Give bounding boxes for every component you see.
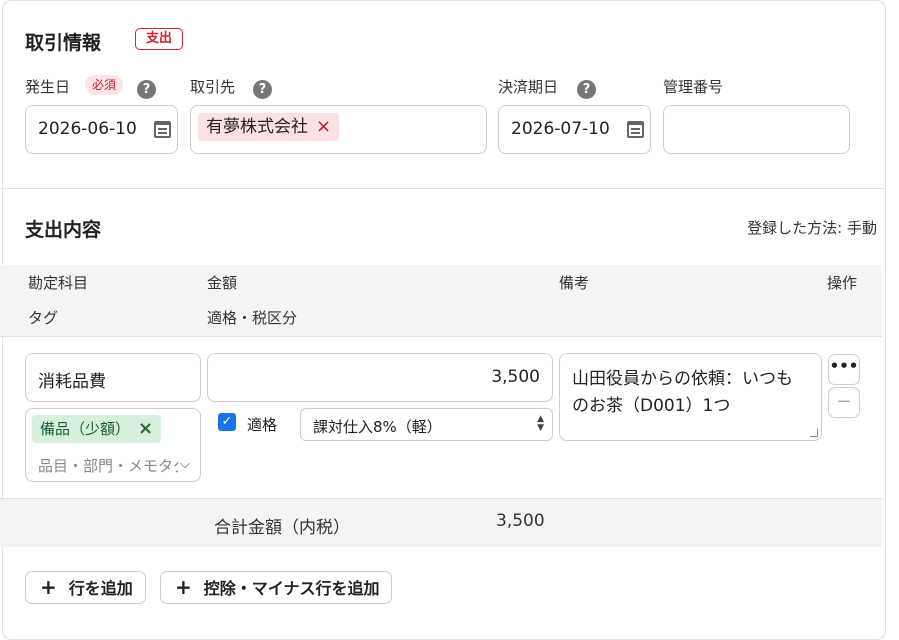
amount-value: 3,500	[491, 367, 540, 387]
amount-input[interactable]: 3,500	[207, 353, 553, 402]
due-date-label: 決済期日	[498, 78, 559, 96]
management-no-label: 管理番号	[663, 78, 724, 96]
calendar-icon[interactable]	[154, 121, 171, 138]
resize-handle-icon[interactable]	[810, 429, 818, 437]
due-date-input[interactable]: 2026-07-10	[498, 105, 651, 154]
tag-chip-label: 備品（少額）	[40, 420, 131, 438]
plus-icon: +	[175, 575, 192, 599]
tax-category-select[interactable]: 課対仕入8%（軽） ▲ ▼	[300, 408, 553, 441]
partner-chip-label: 有夢株式会社	[206, 117, 308, 137]
add-row-button[interactable]: + 行を追加	[25, 571, 146, 604]
total-label: 合計金額（内税）	[214, 518, 350, 538]
partner-chip: 有夢株式会社 ×	[198, 113, 340, 141]
expense-section-title: 支出内容	[25, 219, 102, 241]
occurred-date-input[interactable]: 2026-06-10	[25, 105, 178, 154]
due-date-help-icon[interactable]: ?	[577, 80, 596, 99]
occurred-date-label: 発生日	[25, 78, 71, 96]
col-amount-header: 金額	[207, 274, 238, 292]
col-qualified-tax-header: 適格・税区分	[207, 309, 298, 327]
partner-input[interactable]: 有夢株式会社 ×	[190, 105, 487, 154]
required-badge: 必須	[85, 75, 124, 95]
add-deduction-row-button[interactable]: + 控除・マイナス行を追加	[160, 571, 393, 604]
select-updown-icon: ▲ ▼	[537, 414, 544, 433]
qualified-checkbox[interactable]: ✓	[218, 413, 236, 431]
table-header	[0, 265, 882, 337]
add-row-label: 行を追加	[68, 579, 133, 598]
account-value: 消耗品費	[38, 372, 106, 392]
transaction-section-title: 取引情報	[25, 32, 102, 54]
section-divider	[0, 188, 884, 189]
row-remove-button[interactable]: −	[828, 387, 860, 418]
col-actions-header: 操作	[827, 274, 858, 292]
plus-icon: +	[40, 575, 57, 599]
col-account-header: 勘定科目	[28, 274, 89, 292]
total-value: 3,500	[496, 511, 545, 531]
col-memo-header: 備考	[559, 274, 590, 292]
partner-label: 取引先	[190, 78, 236, 96]
calendar-icon[interactable]	[627, 121, 644, 138]
expense-type-badge: 支出	[135, 28, 184, 50]
col-tag-header: タグ	[28, 309, 59, 327]
occurred-date-help-icon[interactable]: ?	[137, 80, 156, 99]
tag-placeholder: 品目・部門・メモタグ	[38, 457, 178, 475]
partner-help-icon[interactable]: ?	[253, 80, 272, 99]
tax-category-value: 課対仕入8%（軽）	[313, 418, 442, 436]
row-more-button[interactable]: •••	[828, 354, 860, 385]
tag-chip: 備品（少額） ×	[32, 415, 162, 443]
qualified-label: 適格	[247, 416, 278, 434]
due-date-value: 2026-07-10	[511, 119, 610, 139]
partner-remove-icon[interactable]: ×	[316, 113, 331, 141]
management-no-input[interactable]	[663, 105, 850, 154]
occurred-date-value: 2026-06-10	[38, 119, 137, 139]
memo-textarea[interactable]: 山田役員からの依頼：いつものお茶（D001）1つ	[559, 353, 822, 441]
account-input[interactable]: 消耗品費	[25, 353, 201, 402]
tag-input[interactable]: 備品（少額） × 品目・部門・メモタグ ⌵	[25, 408, 201, 482]
memo-text: 山田役員からの依頼：いつものお茶（D001）1つ	[572, 369, 793, 416]
chevron-down-icon[interactable]: ⌵	[180, 457, 190, 472]
add-deduction-row-label: 控除・マイナス行を追加	[203, 579, 380, 598]
registration-method: 登録した方法: 手動	[747, 219, 877, 237]
total-row	[0, 498, 882, 547]
tag-remove-icon[interactable]: ×	[138, 415, 153, 443]
